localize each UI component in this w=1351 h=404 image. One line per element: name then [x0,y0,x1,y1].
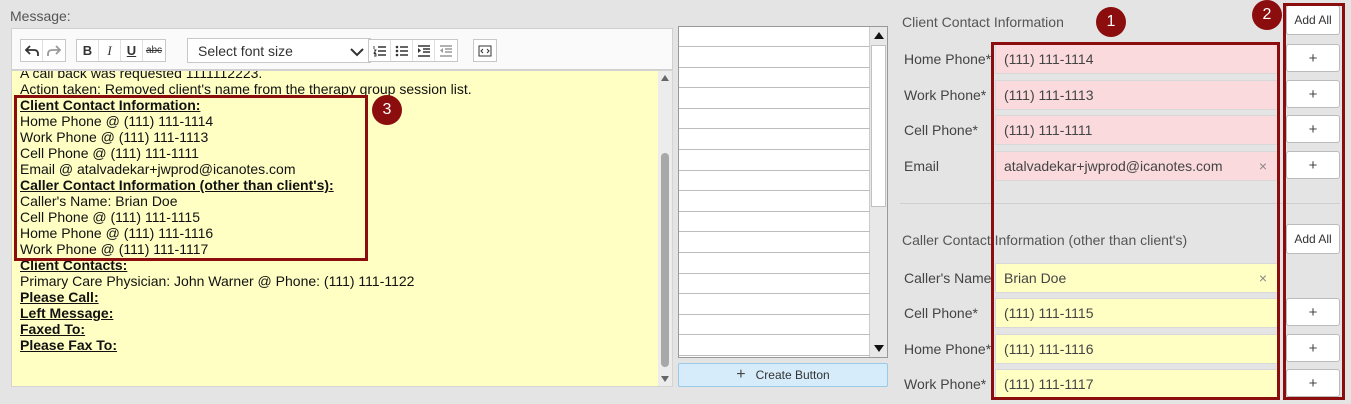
redo-icon[interactable] [43,40,65,61]
scroll-down-icon[interactable] [874,345,884,352]
editor-scrollbar[interactable] [658,71,672,386]
list-row[interactable] [679,151,870,171]
button-list[interactable] [678,26,888,358]
list-row[interactable] [679,254,870,274]
bold-button[interactable]: B [77,40,99,61]
underline-button[interactable]: U [121,40,143,61]
list-row[interactable] [679,68,870,89]
scroll-down-icon[interactable] [661,376,669,382]
scroll-up-icon[interactable] [874,32,884,39]
list-row[interactable] [679,130,870,150]
editor-text-line: Primary Care Physician: John Warner @ Ph… [20,273,415,289]
font-size-select[interactable]: Select font size [187,38,371,63]
highlight-box-editor [14,95,368,261]
caller-name-label: Caller's Name [904,270,992,286]
list-row[interactable] [679,171,870,192]
list-row[interactable] [679,27,870,47]
client-cell-phone-label: Cell Phone* [904,122,978,138]
editor-heading-line: Please Fax To: [20,337,118,353]
message-label: Message: [10,8,71,24]
list-row[interactable] [679,48,870,68]
source-group [473,39,497,62]
scroll-thumb[interactable] [661,153,669,367]
list-row[interactable] [679,192,870,212]
editor-heading-line: Faxed To: [20,321,86,337]
list-row[interactable] [679,212,870,233]
caller-cell-phone-label: Cell Phone* [904,305,978,321]
chevron-down-icon [350,44,364,60]
scroll-up-icon[interactable] [661,75,669,81]
font-size-value: Select font size [198,43,293,59]
list-row[interactable] [679,336,870,356]
history-group [20,39,66,62]
list-row[interactable] [679,89,870,109]
indent-icon[interactable] [413,40,435,61]
strikethrough-button[interactable]: abc [143,40,165,61]
list-row[interactable] [679,109,870,130]
create-button[interactable]: + Create Button [678,363,888,387]
client-contact-title: Client Contact Information [902,14,1064,30]
list-row[interactable] [679,233,870,253]
client-home-phone-label: Home Phone* [904,51,992,67]
format-group: B I U abc [76,39,166,62]
list-scrollbar[interactable] [869,27,887,357]
undo-icon[interactable] [21,40,43,61]
ordered-list-icon[interactable] [369,40,391,61]
outdent-icon[interactable] [435,40,457,61]
scroll-thumb[interactable] [871,45,886,207]
highlight-box-fields [991,42,1280,400]
create-button-label: Create Button [755,368,830,382]
editor-toolbar: B I U abc Select font size [11,28,673,70]
caller-work-phone-label: Work Phone* [904,376,987,392]
annotation-badge-2: 2 [1252,0,1282,30]
editor-heading-line: Left Message: [20,305,114,321]
list-row[interactable] [679,274,870,295]
bullet-list-icon[interactable] [391,40,413,61]
editor-text-line: A call back was requested 1111112223. [20,70,263,81]
highlight-box-buttons [1283,3,1345,400]
source-code-icon[interactable] [474,40,496,61]
annotation-badge-1: 1 [1096,7,1126,37]
annotation-badge-3: 3 [372,95,402,125]
editor-heading-line: Please Call: [20,289,99,305]
client-email-label: Email [904,158,940,174]
caller-home-phone-label: Home Phone* [904,341,992,357]
list-group [368,39,458,62]
list-row[interactable] [679,295,870,315]
list-row[interactable] [679,315,870,336]
plus-icon: + [736,366,746,383]
italic-button[interactable]: I [99,40,121,61]
client-work-phone-label: Work Phone* [904,87,987,103]
